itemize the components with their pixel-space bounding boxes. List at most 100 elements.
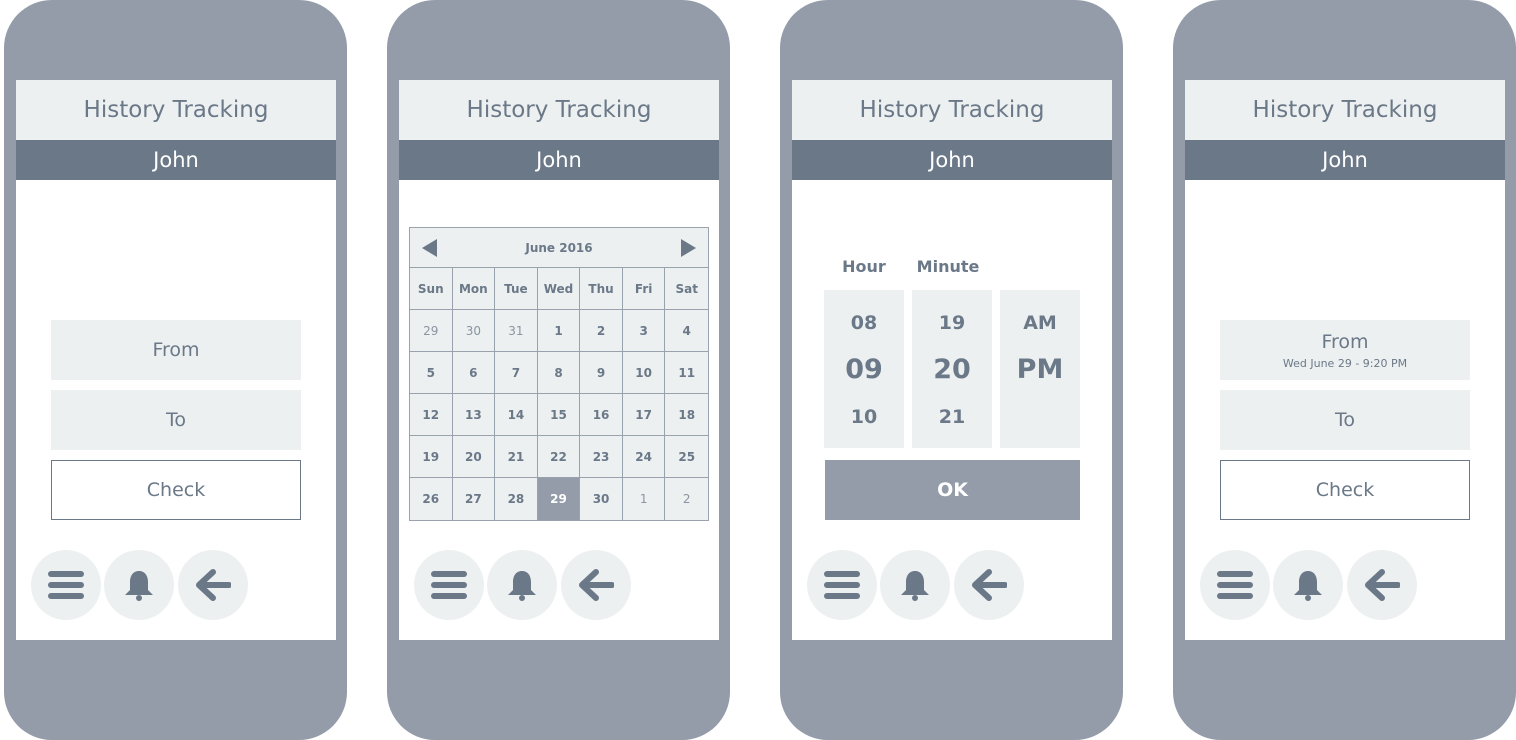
calendar-day[interactable]: 27 xyxy=(453,478,496,520)
check-button[interactable]: Check xyxy=(51,460,301,520)
to-field[interactable]: To xyxy=(1220,390,1470,450)
calendar-day[interactable]: 10 xyxy=(622,352,666,394)
calendar-day[interactable]: 8 xyxy=(537,352,581,394)
notifications-button[interactable] xyxy=(104,550,174,620)
weekday-header: Wed xyxy=(537,268,581,310)
notifications-button[interactable] xyxy=(1273,550,1343,620)
weekday-header: Sat xyxy=(665,268,708,310)
calendar-day[interactable]: 1 xyxy=(623,478,666,520)
menu-button[interactable] xyxy=(807,550,877,620)
user-name-bar: John xyxy=(792,140,1112,180)
calendar-day[interactable]: 30 xyxy=(452,310,496,352)
calendar-day[interactable]: 23 xyxy=(580,436,623,478)
check-button[interactable]: Check xyxy=(1220,460,1470,520)
calendar-day[interactable]: 29 xyxy=(410,310,453,352)
minute-wheel[interactable]: 19 20 21 xyxy=(912,290,992,448)
calendar-day[interactable]: 22 xyxy=(537,436,581,478)
minute-option[interactable]: 19 xyxy=(912,312,992,334)
back-button[interactable] xyxy=(954,550,1024,620)
calendar-day[interactable]: 3 xyxy=(622,310,666,352)
calendar-day[interactable]: 18 xyxy=(665,394,708,436)
to-field[interactable]: To xyxy=(51,390,301,450)
phone-screen-3: History Tracking John Hour Minute 08 09 … xyxy=(780,0,1123,740)
app-title: History Tracking xyxy=(16,80,336,140)
next-month-button[interactable] xyxy=(678,238,698,258)
calendar-day[interactable]: 15 xyxy=(537,394,581,436)
calendar-day[interactable]: 20 xyxy=(452,436,496,478)
calendar-day[interactable]: 6 xyxy=(452,352,496,394)
calendar-day[interactable]: 13 xyxy=(452,394,496,436)
calendar-grid: Sun Mon Tue Wed Thu Fri Sat 29 30 31 1 2 3 4 5 6 7 8 9 10 11… xyxy=(410,268,708,520)
calendar-day[interactable]: 2 xyxy=(580,310,623,352)
triangle-right-icon xyxy=(681,239,696,257)
from-field[interactable]: From Wed June 29 - 9:20 PM xyxy=(1220,320,1470,380)
from-field[interactable]: From xyxy=(51,320,301,380)
notifications-button[interactable] xyxy=(487,550,557,620)
from-label: From xyxy=(1321,330,1369,353)
hour-option[interactable]: 10 xyxy=(824,406,904,428)
calendar-day[interactable]: 5 xyxy=(410,352,453,394)
hour-selected[interactable]: 09 xyxy=(824,354,904,385)
app-title: History Tracking xyxy=(1185,80,1505,140)
back-button[interactable] xyxy=(1347,550,1417,620)
menu-button[interactable] xyxy=(1200,550,1270,620)
calendar-day[interactable]: 26 xyxy=(410,478,453,520)
calendar-day[interactable]: 9 xyxy=(580,352,623,394)
back-arrow-icon xyxy=(1365,569,1400,601)
calendar-day[interactable]: 1 xyxy=(537,310,581,352)
period-selected[interactable]: PM xyxy=(1000,354,1080,385)
phone-screen-1: History Tracking John From To Check xyxy=(4,0,347,740)
prev-month-button[interactable] xyxy=(420,238,440,258)
calendar-day[interactable]: 30 xyxy=(580,478,623,520)
back-button[interactable] xyxy=(561,550,631,620)
screen-3: History Tracking John Hour Minute 08 09 … xyxy=(792,80,1112,640)
user-name-bar: John xyxy=(1185,140,1505,180)
calendar-day[interactable]: 19 xyxy=(410,436,453,478)
hour-label: Hour xyxy=(842,257,886,276)
calendar-day[interactable]: 24 xyxy=(622,436,666,478)
weekday-header: Fri xyxy=(622,268,666,310)
period-option[interactable]: AM xyxy=(1000,312,1080,334)
calendar-day[interactable]: 16 xyxy=(580,394,623,436)
calendar-day-selected[interactable]: 29 xyxy=(537,478,581,520)
from-value: Wed June 29 - 9:20 PM xyxy=(1282,356,1408,370)
minute-selected[interactable]: 20 xyxy=(912,354,992,385)
minute-label: Minute xyxy=(916,257,980,276)
phone-screen-2: History Tracking John June 2016 Sun Mon Tu… xyxy=(387,0,730,740)
menu-button[interactable] xyxy=(31,550,101,620)
calendar-day[interactable]: 12 xyxy=(410,394,453,436)
back-arrow-icon xyxy=(196,569,231,601)
calendar-day[interactable]: 7 xyxy=(495,352,538,394)
calendar-day[interactable]: 17 xyxy=(622,394,666,436)
calendar-day[interactable]: 14 xyxy=(495,394,538,436)
calendar-day[interactable]: 31 xyxy=(495,310,538,352)
menu-button[interactable] xyxy=(414,550,484,620)
calendar-day[interactable]: 28 xyxy=(495,478,538,520)
calendar-day[interactable]: 11 xyxy=(665,352,708,394)
calendar-day[interactable]: 4 xyxy=(665,310,708,352)
period-wheel[interactable]: AM PM xyxy=(1000,290,1080,448)
menu-icon xyxy=(48,571,84,599)
notifications-button[interactable] xyxy=(880,550,950,620)
menu-icon xyxy=(431,571,467,599)
weekday-header: Thu xyxy=(580,268,623,310)
bell-icon xyxy=(901,571,929,601)
user-name-bar: John xyxy=(399,140,719,180)
month-label: June 2016 xyxy=(525,241,593,255)
weekday-header: Mon xyxy=(452,268,496,310)
phone-screen-4: History Tracking John From Wed June 29 -… xyxy=(1173,0,1516,740)
hour-wheel[interactable]: 08 09 10 xyxy=(824,290,904,448)
screen-4: History Tracking John From Wed June 29 -… xyxy=(1185,80,1505,640)
calendar-day[interactable]: 25 xyxy=(665,436,708,478)
bell-icon xyxy=(508,571,536,601)
weekday-header: Sun xyxy=(410,268,453,310)
calendar-day[interactable]: 21 xyxy=(495,436,538,478)
ok-button[interactable]: OK xyxy=(825,460,1080,520)
calendar-day[interactable]: 2 xyxy=(665,478,708,520)
back-button[interactable] xyxy=(178,550,248,620)
bell-icon xyxy=(1294,571,1322,601)
weekday-header: Tue xyxy=(495,268,538,310)
screen-2: History Tracking John June 2016 Sun Mon Tu… xyxy=(399,80,719,640)
minute-option[interactable]: 21 xyxy=(912,406,992,428)
hour-option[interactable]: 08 xyxy=(824,312,904,334)
